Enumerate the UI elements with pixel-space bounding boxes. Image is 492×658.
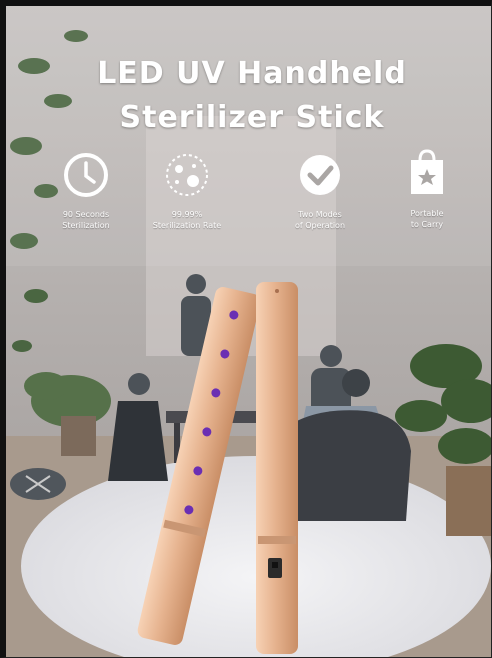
feature-line-2: of Operation — [294, 221, 346, 230]
shopping-bag-icon — [411, 149, 443, 194]
clock-icon — [64, 153, 108, 197]
feature-line-2: Sterilization Rate — [152, 221, 222, 230]
virus-icon — [166, 154, 208, 196]
checkmark-icon — [300, 155, 340, 195]
feature-line-1: 90 Seconds — [62, 210, 110, 219]
uv-stick-upright — [256, 282, 298, 654]
headline-line-1: LED UV Handheld — [97, 56, 407, 91]
feature-line-1: Two Modes — [298, 210, 342, 219]
feature-line-2: Sterilization — [62, 221, 110, 230]
feature-line-1: Portable — [410, 209, 444, 218]
feature-line-2: to Carry — [410, 220, 444, 229]
feature-line-1: 99.99% — [171, 210, 203, 219]
product-image: LED UV Handheld Sterilizer Stick 90 Seco… — [0, 0, 492, 658]
feature-operation-modes: Two Modes of Operation — [272, 151, 368, 231]
feature-portable: Portable to Carry — [379, 146, 475, 230]
feature-sterilization-rate: 99.99% Sterilization Rate — [139, 151, 235, 231]
headline-line-2: Sterilizer Stick — [119, 100, 385, 135]
feature-sterilization-time: 90 Seconds Sterilization — [38, 151, 134, 231]
